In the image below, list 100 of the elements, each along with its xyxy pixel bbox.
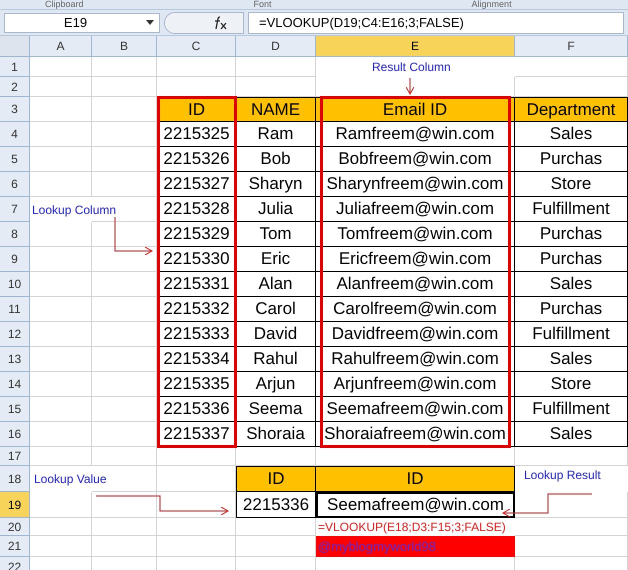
row-header[interactable]: 11: [0, 297, 30, 322]
table-cell[interactable]: Sharyn: [236, 172, 316, 197]
table-cell[interactable]: Sales: [515, 347, 628, 372]
grid-cell[interactable]: [92, 172, 157, 197]
grid-cell[interactable]: [92, 322, 157, 347]
table-cell[interactable]: Rahulfreem@win.com: [316, 347, 515, 372]
row-header[interactable]: 4: [0, 122, 30, 147]
grid-cell[interactable]: [157, 518, 236, 536]
table-cell[interactable]: Tom: [236, 222, 316, 247]
grid-cell[interactable]: [92, 536, 157, 557]
table-cell[interactable]: Sales: [515, 272, 628, 297]
grid-cell[interactable]: [30, 447, 92, 466]
grid-cell[interactable]: [157, 447, 236, 466]
row-header[interactable]: 6: [0, 172, 30, 197]
grid-cell[interactable]: [92, 147, 157, 172]
table-cell[interactable]: Ericfreem@win.com: [316, 247, 515, 272]
grid-cell[interactable]: [515, 518, 628, 536]
grid-cell[interactable]: [30, 372, 92, 397]
table-cell[interactable]: Juliafreem@win.com: [316, 197, 515, 222]
row-header[interactable]: 3: [0, 97, 30, 122]
row-header[interactable]: 15: [0, 397, 30, 422]
grid-cell[interactable]: [92, 297, 157, 322]
grid-cell[interactable]: [515, 492, 628, 518]
table-cell[interactable]: Purchas: [515, 147, 628, 172]
grid-cell[interactable]: [30, 518, 92, 536]
grid-cell[interactable]: [92, 57, 157, 77]
grid-cell[interactable]: [515, 536, 628, 557]
table-cell[interactable]: Fulfillment: [515, 197, 628, 222]
table-cell[interactable]: Sales: [515, 122, 628, 147]
table-cell[interactable]: Fulfillment: [515, 322, 628, 347]
grid-cell[interactable]: [30, 222, 92, 247]
table-cell[interactable]: Store: [515, 172, 628, 197]
function-icon[interactable]: [213, 16, 229, 30]
grid-cell[interactable]: [236, 57, 316, 77]
row-header[interactable]: 2: [0, 77, 30, 97]
table-cell[interactable]: Davidfreem@win.com: [316, 322, 515, 347]
grid-cell[interactable]: [92, 122, 157, 147]
formula-input[interactable]: =VLOOKUP(D19;C4:E16;3;FALSE): [248, 12, 624, 34]
dropdown-caret-icon[interactable]: [146, 20, 154, 25]
table-cell[interactable]: Sales: [515, 422, 628, 447]
grid-cell[interactable]: [515, 57, 628, 77]
grid-cell[interactable]: [92, 422, 157, 447]
column-header[interactable]: B: [92, 36, 157, 56]
row-header[interactable]: 14: [0, 372, 30, 397]
grid-cell[interactable]: [30, 147, 92, 172]
table-cell[interactable]: Store: [515, 372, 628, 397]
table-cell[interactable]: Purchas: [515, 222, 628, 247]
table-cell[interactable]: 2215336: [236, 492, 316, 518]
table-cell[interactable]: Tomfreem@win.com: [316, 222, 515, 247]
column-header[interactable]: F: [515, 36, 628, 56]
grid-cell[interactable]: [30, 297, 92, 322]
formula-bar-handle[interactable]: [164, 12, 244, 34]
grid-cell[interactable]: [92, 247, 157, 272]
table-cell[interactable]: Arjunfreem@win.com: [316, 372, 515, 397]
table-cell[interactable]: Carolfreem@win.com: [316, 297, 515, 322]
table-cell[interactable]: Alan: [236, 272, 316, 297]
row-header[interactable]: 1: [0, 57, 30, 77]
grid-cell[interactable]: [515, 447, 628, 466]
grid-cell[interactable]: [30, 172, 92, 197]
table-cell[interactable]: Rahul: [236, 347, 316, 372]
grid-cell[interactable]: [30, 272, 92, 297]
row-header[interactable]: 17: [0, 447, 30, 466]
active-cell[interactable]: Seemafreem@win.com: [316, 492, 515, 518]
table-cell[interactable]: David: [236, 322, 316, 347]
grid-cell[interactable]: [92, 492, 157, 518]
table-cell[interactable]: Shoraia: [236, 422, 316, 447]
table-cell[interactable]: Bob: [236, 147, 316, 172]
row-header[interactable]: 16: [0, 422, 30, 447]
grid-cell[interactable]: [92, 447, 157, 466]
table-cell[interactable]: Ramfreem@win.com: [316, 122, 515, 147]
row-header[interactable]: 18: [0, 466, 30, 492]
row-header[interactable]: 20: [0, 518, 30, 536]
table-cell[interactable]: Eric: [236, 247, 316, 272]
table-cell[interactable]: Ram: [236, 122, 316, 147]
grid-cell[interactable]: [92, 372, 157, 397]
grid-cell[interactable]: [92, 222, 157, 247]
row-header[interactable]: 5: [0, 147, 30, 172]
name-box[interactable]: E19: [4, 12, 160, 32]
grid-cell[interactable]: [30, 97, 92, 122]
row-header[interactable]: 9: [0, 247, 30, 272]
grid-cell[interactable]: [30, 57, 92, 77]
grid-cell[interactable]: [92, 77, 157, 97]
table-cell[interactable]: Julia: [236, 197, 316, 222]
grid-cell[interactable]: [92, 272, 157, 297]
column-header[interactable]: A: [30, 36, 92, 56]
row-header[interactable]: 7: [0, 197, 30, 222]
row-header[interactable]: 13: [0, 347, 30, 372]
grid-cell[interactable]: [30, 77, 92, 97]
grid-cell[interactable]: [30, 322, 92, 347]
row-header[interactable]: 10: [0, 272, 30, 297]
select-all-corner[interactable]: [0, 36, 30, 56]
grid-cell[interactable]: [92, 97, 157, 122]
grid-cell[interactable]: [92, 397, 157, 422]
grid-cell[interactable]: [30, 122, 92, 147]
table-cell[interactable]: Carol: [236, 297, 316, 322]
table-cell[interactable]: Alanfreem@win.com: [316, 272, 515, 297]
column-header[interactable]: C: [157, 36, 236, 56]
row-header[interactable]: 8: [0, 222, 30, 247]
grid-cell[interactable]: [236, 518, 316, 536]
table-cell[interactable]: Fulfillment: [515, 397, 628, 422]
